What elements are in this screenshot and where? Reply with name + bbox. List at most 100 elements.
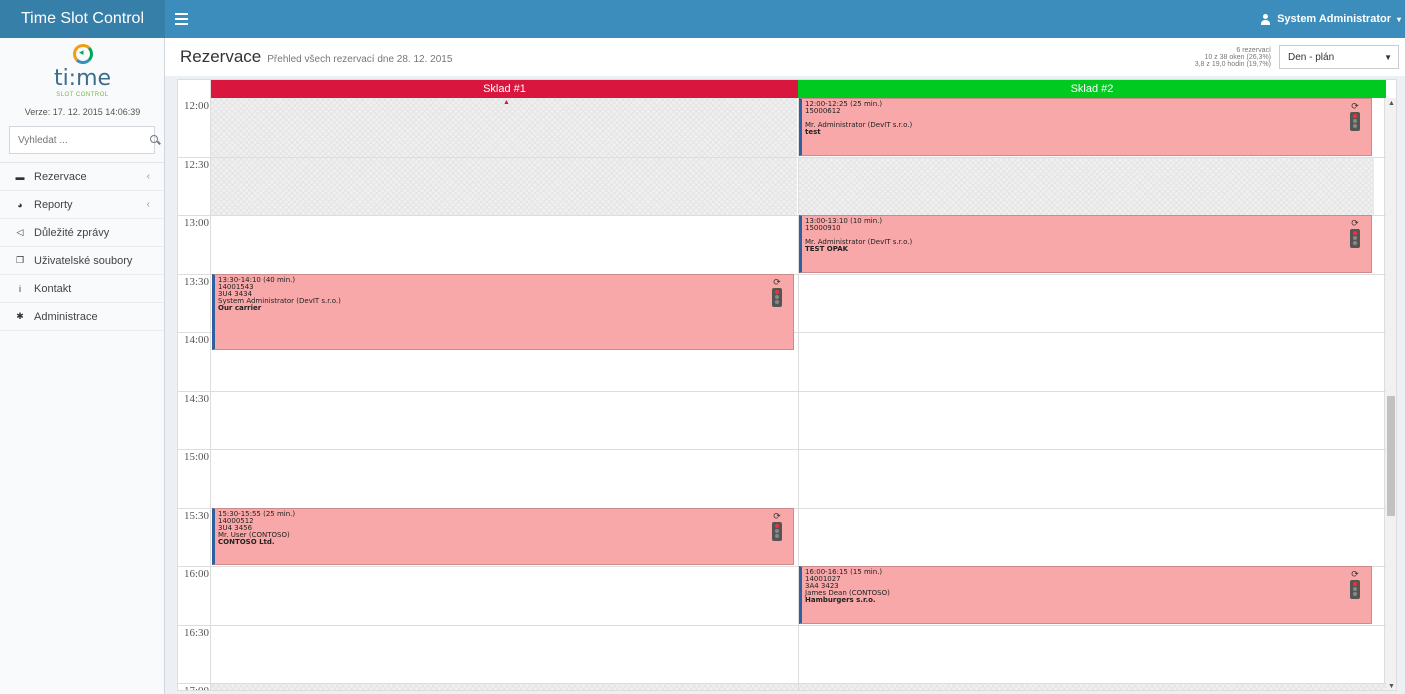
sync-icon: ⟳: [1351, 570, 1359, 580]
time-label: 16:00: [183, 568, 209, 580]
reservation-line: 14001543: [218, 282, 254, 291]
reservation-line: 16:00-16:15 (15 min.): [805, 568, 883, 576]
logo-arrow-icon: ◂: [79, 47, 84, 57]
traffic-light-icon: [1350, 112, 1360, 131]
reservation-line: 12:00-12:25 (25 min.): [805, 100, 883, 108]
bullhorn-icon: ◁: [16, 227, 24, 237]
view-select-value: Den - plán: [1288, 51, 1335, 63]
sidebar-item-label: Kontakt: [34, 282, 72, 295]
reservation-line: 13:00-13:10 (10 min.): [805, 217, 883, 225]
main-content: Rezervace Přehled všech rezervací dne 28…: [165, 38, 1405, 694]
stat-reservations: 6 rezervací: [1236, 46, 1271, 54]
status-traffic-light-icon[interactable]: ⟳: [1349, 571, 1361, 599]
chevron-down-icon: ▼: [1384, 52, 1392, 62]
time-label: 14:30: [183, 392, 209, 405]
sidebar-item-label: Uživatelské soubory: [34, 254, 133, 267]
sync-icon: ⟳: [773, 277, 781, 288]
reservation-line: 15000910: [805, 224, 841, 232]
sync-icon: ⟳: [773, 511, 781, 522]
traffic-light-icon: [1350, 229, 1360, 248]
reservation-slot[interactable]: 13:00-13:10 (10 min.) 15000910 Mr. Admini…: [799, 215, 1372, 273]
reservation-line: 15:30-15:55 (25 min.): [218, 509, 296, 518]
traffic-light-icon: [772, 521, 782, 541]
scroll-up-icon[interactable]: ▲: [1388, 100, 1395, 107]
reservation-stats: 6 rezervací 10 z 38 oken (26,3%) 3,8 z 1…: [1195, 47, 1271, 68]
reservation-line: Mr. Administrator (DevIT s.r.o.): [805, 238, 913, 246]
search-input[interactable]: [18, 134, 150, 146]
grid-line: [178, 449, 1386, 450]
reservation-carrier: TEST OPAK: [805, 245, 849, 253]
sidebar: ◂ ti:me SLOT CONTROL Verze: 17. 12. 2015…: [0, 38, 165, 694]
reservation-line: James Dean (CONTOSO): [805, 589, 890, 597]
truck-icon: ▬: [15, 171, 25, 182]
user-menu[interactable]: System Administrator ▾: [1260, 0, 1405, 38]
calendar-scrollbar[interactable]: ▲ ▼: [1384, 98, 1396, 690]
pie-chart-icon: ◕: [17, 199, 23, 210]
logo: ◂ ti:me SLOT CONTROL Verze: 17. 12. 2015…: [0, 38, 164, 120]
reservation-slot[interactable]: 16:00-16:15 (15 min.) 14001027 3A4 3423 Jam…: [799, 566, 1372, 624]
sync-icon: ⟳: [1351, 219, 1359, 229]
sidebar-item-1[interactable]: ◕ Reporty ‹: [0, 191, 164, 219]
logo-text: ti:me: [53, 66, 112, 91]
time-label: 16:30: [183, 626, 209, 639]
caret-down-icon: ▾: [1396, 14, 1401, 24]
gear-icon: ✱: [16, 311, 24, 321]
stat-hours: 3,8 z 19,0 hodin (19,7%): [1194, 60, 1271, 68]
time-label: 12:00: [183, 100, 209, 112]
sidebar-item-5[interactable]: ✱ Administrace: [0, 303, 164, 331]
time-label: 14:00: [183, 334, 209, 346]
status-traffic-light-icon[interactable]: ⟳: [771, 277, 783, 307]
sidebar-item-label: Rezervace: [34, 170, 87, 183]
time-label: 12:30: [183, 158, 209, 171]
time-column: [178, 80, 211, 690]
reservation-slot[interactable]: 13:30-14:10 (40 min.) 14001543 3U4 3434 Sys…: [212, 273, 794, 351]
time-label: 15:00: [183, 451, 209, 463]
grid-line: [178, 156, 1386, 158]
sync-icon: ⟳: [1351, 102, 1359, 112]
reservation-slot[interactable]: 12:00-12:25 (25 min.) 15000612 Mr. Admini…: [799, 98, 1372, 156]
menu-toggle-icon[interactable]: [171, 0, 201, 38]
version-text: Verze: 17. 12. 2015 14:06:39: [24, 107, 141, 117]
time-label: 15:30: [183, 509, 209, 522]
reservation-line: System Administrator (DevIT s.r.o.): [218, 296, 341, 305]
scrollbar-thumb[interactable]: [1387, 396, 1395, 516]
status-traffic-light-icon[interactable]: ⟳: [1349, 103, 1361, 131]
current-time-marker-icon: ▲: [503, 99, 510, 106]
reservation-carrier: Hamburgers s.r.o.: [805, 596, 876, 604]
reservation-carrier: CONTOSO Ltd.: [218, 537, 275, 546]
reservation-line: 14001027: [805, 575, 841, 583]
time-label: 17:00: [183, 685, 209, 691]
app-brand[interactable]: Time Slot Control: [0, 0, 165, 38]
sidebar-item-3[interactable]: ❐ Uživatelské soubory: [0, 247, 164, 275]
status-traffic-light-icon[interactable]: ⟳: [771, 511, 783, 541]
reservation-line: Mr. Administrator (DevIT s.r.o.): [805, 121, 913, 129]
sidebar-item-0[interactable]: ▬ Rezervace ‹: [0, 163, 164, 191]
chevron-left-icon: ‹: [146, 171, 150, 182]
traffic-light-icon: [772, 287, 782, 307]
schedule-calendar: ▲ ▼ Sklad #1 Sklad #2 ▲ 12:00 12:30 13:00 13:3…: [177, 79, 1397, 691]
reservation-carrier: test: [805, 128, 821, 136]
status-traffic-light-icon[interactable]: ⟳: [1349, 220, 1361, 248]
column-header-2: Sklad #2: [798, 80, 1386, 98]
page-subtitle: Přehled všech rezervací dne 28. 12. 2015: [267, 53, 453, 65]
unavailable-area: [798, 156, 1374, 215]
reservation-line: 14000512: [218, 516, 254, 525]
sidebar-item-label: Reporty: [34, 198, 73, 211]
reservation-line: Mr. User (CONTOSO): [218, 530, 290, 539]
grid-line: [178, 390, 1386, 392]
view-select[interactable]: Den - plán ▼: [1279, 45, 1399, 69]
user-icon: [1260, 13, 1271, 25]
top-navbar: Time Slot Control System Administrator ▾: [0, 0, 1405, 38]
scroll-down-icon[interactable]: ▼: [1388, 683, 1395, 690]
sidebar-item-2[interactable]: ◁ Důležité zprávy: [0, 219, 164, 247]
reservation-line: 13:30-14:10 (40 min.): [218, 275, 296, 284]
logo-subtext: SLOT CONTROL: [56, 92, 109, 98]
reservation-line: 15000612: [805, 107, 841, 115]
sidebar-item-label: Administrace: [34, 310, 98, 323]
search-box: [9, 126, 158, 154]
traffic-light-icon: [1350, 580, 1360, 599]
reservation-slot[interactable]: 15:30-15:55 (25 min.) 14000512 3U4 3456 Mr.…: [212, 507, 794, 565]
chevron-left-icon: ‹: [146, 199, 150, 210]
sidebar-item-4[interactable]: i Kontakt: [0, 275, 164, 303]
time-label: 13:00: [183, 217, 209, 229]
